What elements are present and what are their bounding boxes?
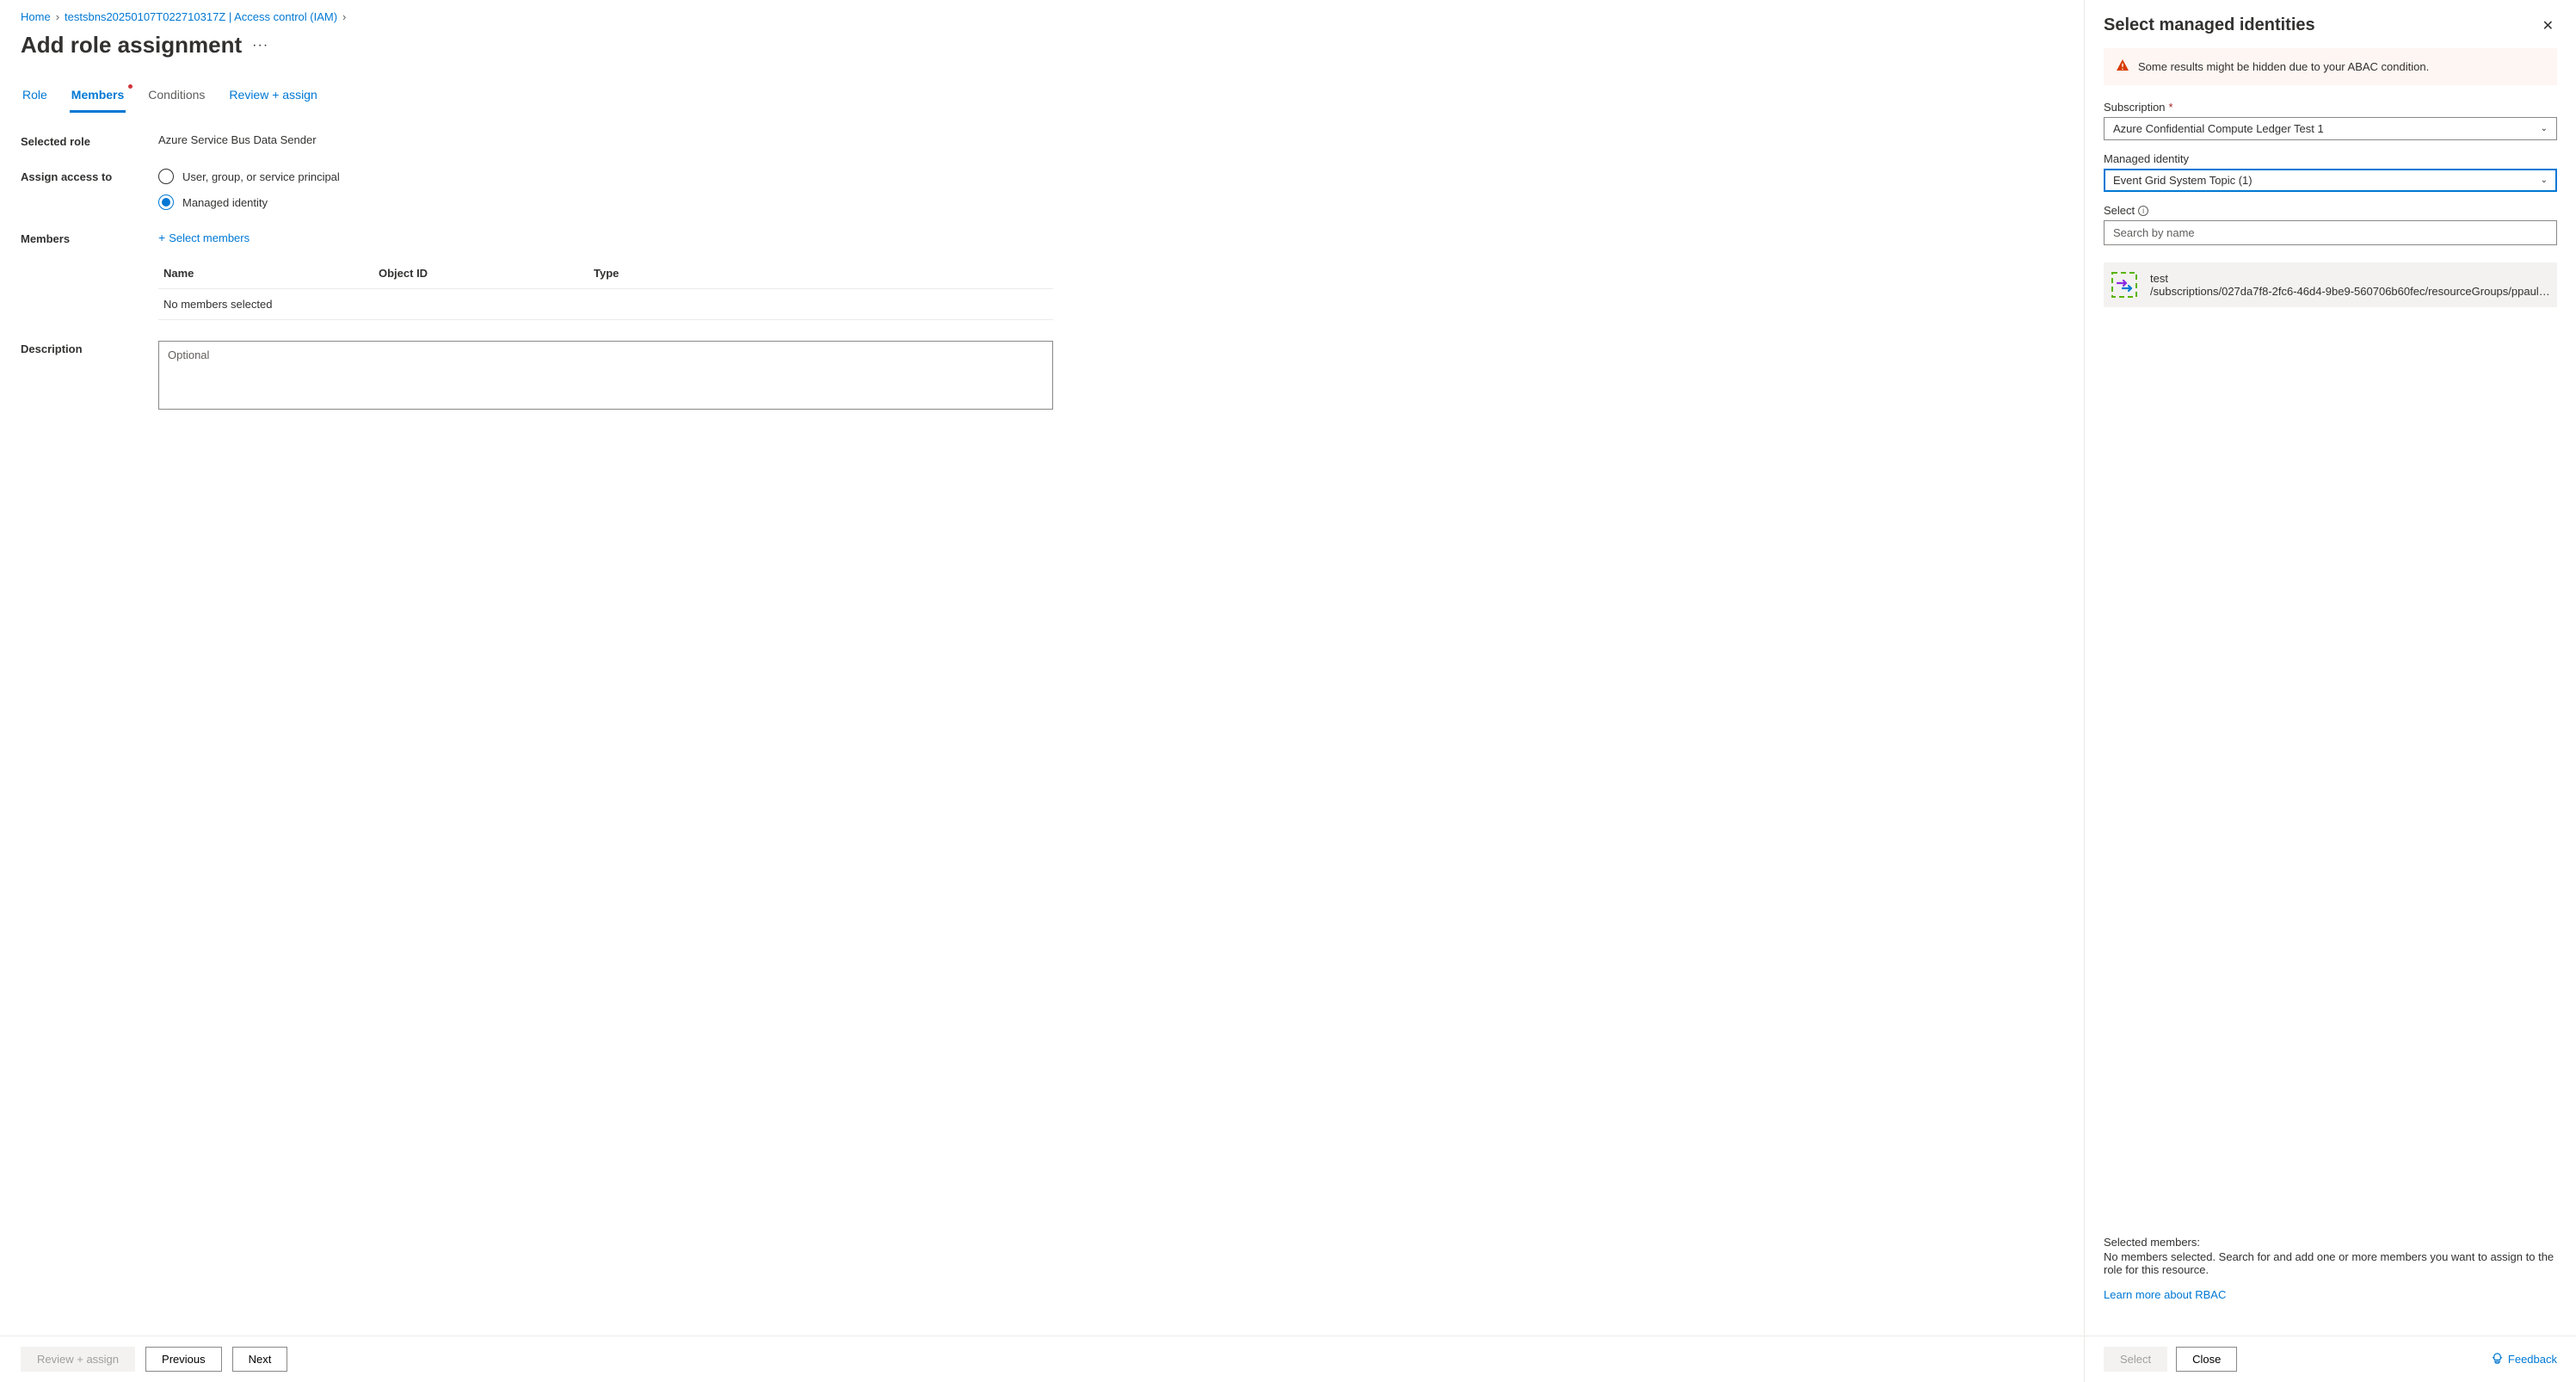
col-object-id: Object ID [379,267,594,280]
select-members-text: Select members [169,231,250,244]
tab-review[interactable]: Review + assign [227,83,318,113]
breadcrumb: Home › testsbns20250107T022710317Z | Acc… [21,10,2063,23]
radio-user-label: User, group, or service principal [182,170,340,183]
warning-banner: Some results might be hidden due to your… [2104,48,2557,85]
required-icon: * [2169,101,2173,114]
select-label: Select [2104,204,2135,217]
result-name: test [2150,272,2552,285]
warning-text: Some results might be hidden due to your… [2138,60,2429,73]
selected-role-value: Azure Service Bus Data Sender [158,133,1053,146]
event-grid-topic-icon [2109,269,2140,300]
panel-title: Select managed identities [2104,15,2315,35]
tab-conditions[interactable]: Conditions [146,83,206,113]
members-table: Name Object ID Type No members selected [158,258,1053,320]
selected-role-label: Selected role [21,133,158,148]
radio-managed-identity[interactable]: Managed identity [158,194,1053,210]
managed-identity-dropdown[interactable]: Event Grid System Topic (1) ⌄ [2104,169,2557,192]
feedback-text: Feedback [2508,1353,2557,1366]
next-button[interactable]: Next [232,1347,288,1372]
managed-identity-value: Event Grid System Topic (1) [2113,174,2252,187]
chevron-down-icon: ⌄ [2541,124,2548,133]
assign-access-label: Assign access to [21,169,158,183]
info-icon[interactable]: i [2138,206,2148,216]
breadcrumb-home[interactable]: Home [21,10,51,23]
managed-identity-label: Managed identity [2104,152,2189,165]
chevron-right-icon: › [342,10,346,23]
members-label: Members [21,231,158,245]
description-label: Description [21,341,158,355]
subscription-label: Subscription [2104,101,2166,114]
more-icon[interactable]: ··· [252,38,268,53]
select-members-link[interactable]: + Select members [158,231,250,244]
feedback-icon [2491,1352,2504,1367]
previous-button[interactable]: Previous [145,1347,222,1372]
chevron-down-icon: ⌄ [2541,176,2548,185]
chevron-right-icon: › [56,10,59,23]
table-empty-text: No members selected [163,298,272,311]
col-type: Type [594,267,1048,280]
description-input[interactable] [158,341,1053,410]
radio-icon [158,169,174,184]
result-path: /subscriptions/027da7f8-2fc6-46d4-9be9-5… [2150,285,2552,298]
result-item[interactable]: test /subscriptions/027da7f8-2fc6-46d4-9… [2104,262,2557,307]
search-input[interactable] [2104,220,2557,245]
page-title: Add role assignment [21,32,242,59]
tab-role[interactable]: Role [21,83,49,113]
tab-members-label: Members [71,88,124,102]
feedback-link[interactable]: Feedback [2491,1352,2557,1367]
panel-select-button[interactable]: Select [2104,1347,2167,1372]
close-icon[interactable]: ✕ [2539,15,2557,36]
tab-members[interactable]: Members [70,83,126,113]
radio-user-group[interactable]: User, group, or service principal [158,169,1053,184]
subscription-value: Azure Confidential Compute Ledger Test 1 [2113,122,2324,135]
plus-icon: + [158,231,165,244]
radio-checked-icon [158,194,174,210]
select-managed-identities-panel: Select managed identities ✕ Some results… [2084,0,2576,1382]
warning-icon [2116,59,2129,75]
indicator-dot-icon [128,84,132,89]
review-assign-button[interactable]: Review + assign [21,1347,135,1372]
breadcrumb-resource[interactable]: testsbns20250107T022710317Z | Access con… [65,10,337,23]
col-name: Name [163,267,379,280]
selected-members-desc: No members selected. Search for and add … [2104,1250,2557,1276]
learn-more-link[interactable]: Learn more about RBAC [2104,1288,2226,1301]
selected-members-title: Selected members: [2104,1236,2557,1249]
tabs: Role Members Conditions Review + assign [21,83,2063,113]
radio-mi-label: Managed identity [182,196,268,209]
subscription-dropdown[interactable]: Azure Confidential Compute Ledger Test 1… [2104,117,2557,140]
panel-close-button[interactable]: Close [2176,1347,2237,1372]
